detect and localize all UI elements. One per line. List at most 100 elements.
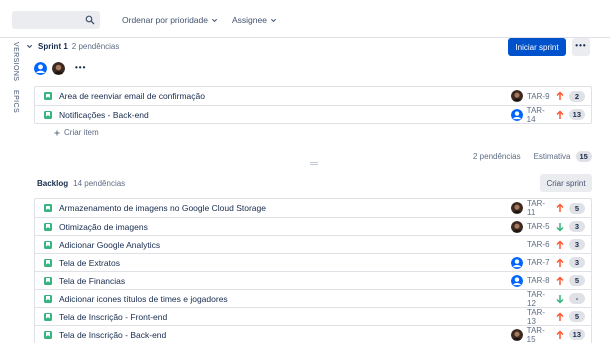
issue-summary: Notificações - Back-end	[59, 109, 149, 120]
issue-key[interactable]: TAR-11	[527, 199, 553, 217]
more-assignees-button[interactable]: •••	[75, 63, 86, 75]
sprint-resize-handle[interactable]	[310, 162, 318, 165]
story-points-badge: 5	[569, 202, 585, 214]
story-points-badge: 2	[569, 90, 585, 102]
user-photo-avatar[interactable]	[511, 220, 523, 233]
plus-icon	[54, 130, 60, 135]
issue-key[interactable]: TAR-5	[527, 222, 553, 231]
story-icon	[44, 110, 52, 119]
story-points-badge: 3	[569, 239, 585, 250]
sprint-footer-count: 2 pendências	[473, 152, 521, 161]
user-photo-avatar[interactable]	[511, 90, 523, 102]
default-avatar-icon[interactable]	[34, 62, 47, 75]
issue-key[interactable]: TAR-12	[527, 290, 553, 308]
issue-row[interactable]: Tela de Financias TAR-8 5	[35, 271, 591, 289]
issue-summary: Tela de Financias	[59, 275, 126, 286]
story-points-badge: 3	[569, 221, 585, 232]
issue-row[interactable]: Tela de Inscrição - Back-end TAR-15 13	[35, 325, 591, 343]
priority-high-icon	[556, 91, 564, 100]
story-points-badge: 5	[569, 311, 585, 322]
issue-key[interactable]: TAR-15	[527, 326, 553, 343]
sprint-issue-list: Area de reenviar email de confirmação TAR…	[34, 86, 592, 124]
story-icon	[44, 222, 52, 231]
issue-key[interactable]: TAR-7	[527, 258, 553, 267]
priority-high-icon	[556, 203, 564, 212]
backlog-header: Backlog 14 pendências	[37, 179, 125, 188]
issue-key[interactable]: TAR-14	[527, 106, 553, 124]
story-points-badge: -	[569, 293, 585, 304]
issue-row[interactable]: Tela de Extratos TAR-7 3	[35, 253, 591, 271]
priority-high-icon	[556, 239, 564, 249]
issue-meta: TAR-7 3	[511, 254, 585, 271]
versions-tab[interactable]: VERSIONS	[12, 42, 19, 81]
story-icon	[44, 240, 52, 249]
issue-meta: TAR-5 3	[511, 218, 585, 235]
story-icon	[44, 294, 52, 303]
priority-high-icon	[556, 109, 564, 119]
issue-row[interactable]: Area de reenviar email de confirmação TAR…	[35, 87, 591, 105]
story-icon	[44, 276, 52, 285]
issue-key[interactable]: TAR-8	[527, 276, 553, 285]
issue-key[interactable]: TAR-13	[527, 308, 553, 326]
issue-row[interactable]: Adicionar Google Analytics TAR-6 3	[35, 235, 591, 253]
sprint-assignees: •••	[34, 62, 86, 75]
search-input[interactable]	[12, 11, 100, 29]
priority-low-icon	[556, 294, 564, 304]
story-points-badge: 3	[569, 257, 585, 268]
create-item-button[interactable]: Criar item	[54, 128, 99, 137]
default-avatar-icon[interactable]	[511, 274, 523, 287]
start-sprint-button[interactable]: Iniciar sprint	[508, 38, 566, 56]
sprint-title: Sprint 1	[38, 42, 68, 51]
issue-summary: Armazenamento de imagens no Google Cloud…	[59, 203, 266, 213]
issue-meta: TAR-8 5	[511, 272, 585, 289]
toolbar: Ordenar por prioridade Assignee	[12, 11, 277, 29]
sprint-header: Sprint 1 2 pendências	[26, 42, 119, 51]
priority-high-icon	[556, 275, 564, 285]
create-item-label: Criar item	[64, 128, 99, 137]
user-photo-avatar[interactable]	[52, 62, 65, 75]
create-sprint-button[interactable]: Criar sprint	[540, 174, 592, 192]
sort-priority-filter[interactable]: Ordenar por prioridade	[122, 15, 218, 25]
issue-summary: Adicionar Google Analytics	[59, 239, 161, 250]
issue-meta: TAR-13 5	[527, 308, 585, 326]
issue-row[interactable]: Otimização de imagens TAR-5 3	[35, 217, 591, 235]
user-photo-avatar[interactable]	[510, 328, 523, 341]
story-icon	[44, 312, 52, 321]
issue-summary: Adicionar icones títulos de times e joga…	[59, 293, 228, 304]
user-photo-avatar[interactable]	[511, 202, 523, 214]
issue-summary: Tela de Inscrição - Front-end	[59, 311, 168, 322]
issue-summary: Area de reenviar email de confirmação	[59, 91, 205, 101]
assignee-filter[interactable]: Assignee	[232, 15, 277, 25]
issue-meta: TAR-6 3	[527, 236, 585, 253]
story-points-badge: 13	[568, 329, 585, 340]
issue-row[interactable]: Tela de Inscrição - Front-end TAR-13 5	[35, 307, 591, 326]
backlog-issue-list: Armazenamento de imagens no Google Cloud…	[34, 198, 592, 343]
issue-row[interactable]: Notificações - Back-end TAR-14 13	[35, 105, 591, 124]
assignee-label: Assignee	[232, 15, 267, 25]
issue-summary: Otimização de imagens	[59, 221, 148, 232]
epics-tab[interactable]: EPICS	[12, 90, 19, 113]
issue-meta: TAR-15 13	[510, 326, 585, 343]
priority-low-icon	[556, 222, 564, 232]
chevron-down-icon	[270, 18, 277, 22]
issue-row[interactable]: Armazenamento de imagens no Google Cloud…	[35, 199, 591, 217]
issue-summary: Tela de Extratos	[59, 257, 120, 268]
search-icon	[85, 15, 95, 25]
issue-row[interactable]: Adicionar icones títulos de times e joga…	[35, 289, 591, 308]
issue-meta: TAR-11 5	[511, 199, 585, 217]
collapse-chevron-icon[interactable]	[26, 43, 33, 50]
default-avatar-icon[interactable]	[511, 256, 523, 269]
story-points-badge: 5	[569, 275, 585, 286]
sprint-more-button[interactable]: •••	[572, 38, 590, 56]
sprint-footer: 2 pendências Estimativa 15	[473, 151, 592, 162]
issue-summary: Tela de Inscrição - Back-end	[59, 329, 167, 340]
estimate-label: Estimativa	[533, 152, 571, 161]
sprint-issue-count: 2 pendências	[71, 42, 120, 51]
story-icon	[44, 92, 52, 100]
issue-key[interactable]: TAR-6	[527, 240, 553, 249]
default-avatar-icon[interactable]	[510, 108, 523, 121]
priority-high-icon	[556, 311, 564, 321]
story-icon	[44, 330, 52, 339]
issue-key[interactable]: TAR-9	[527, 92, 553, 101]
sort-priority-label: Ordenar por prioridade	[122, 15, 208, 25]
